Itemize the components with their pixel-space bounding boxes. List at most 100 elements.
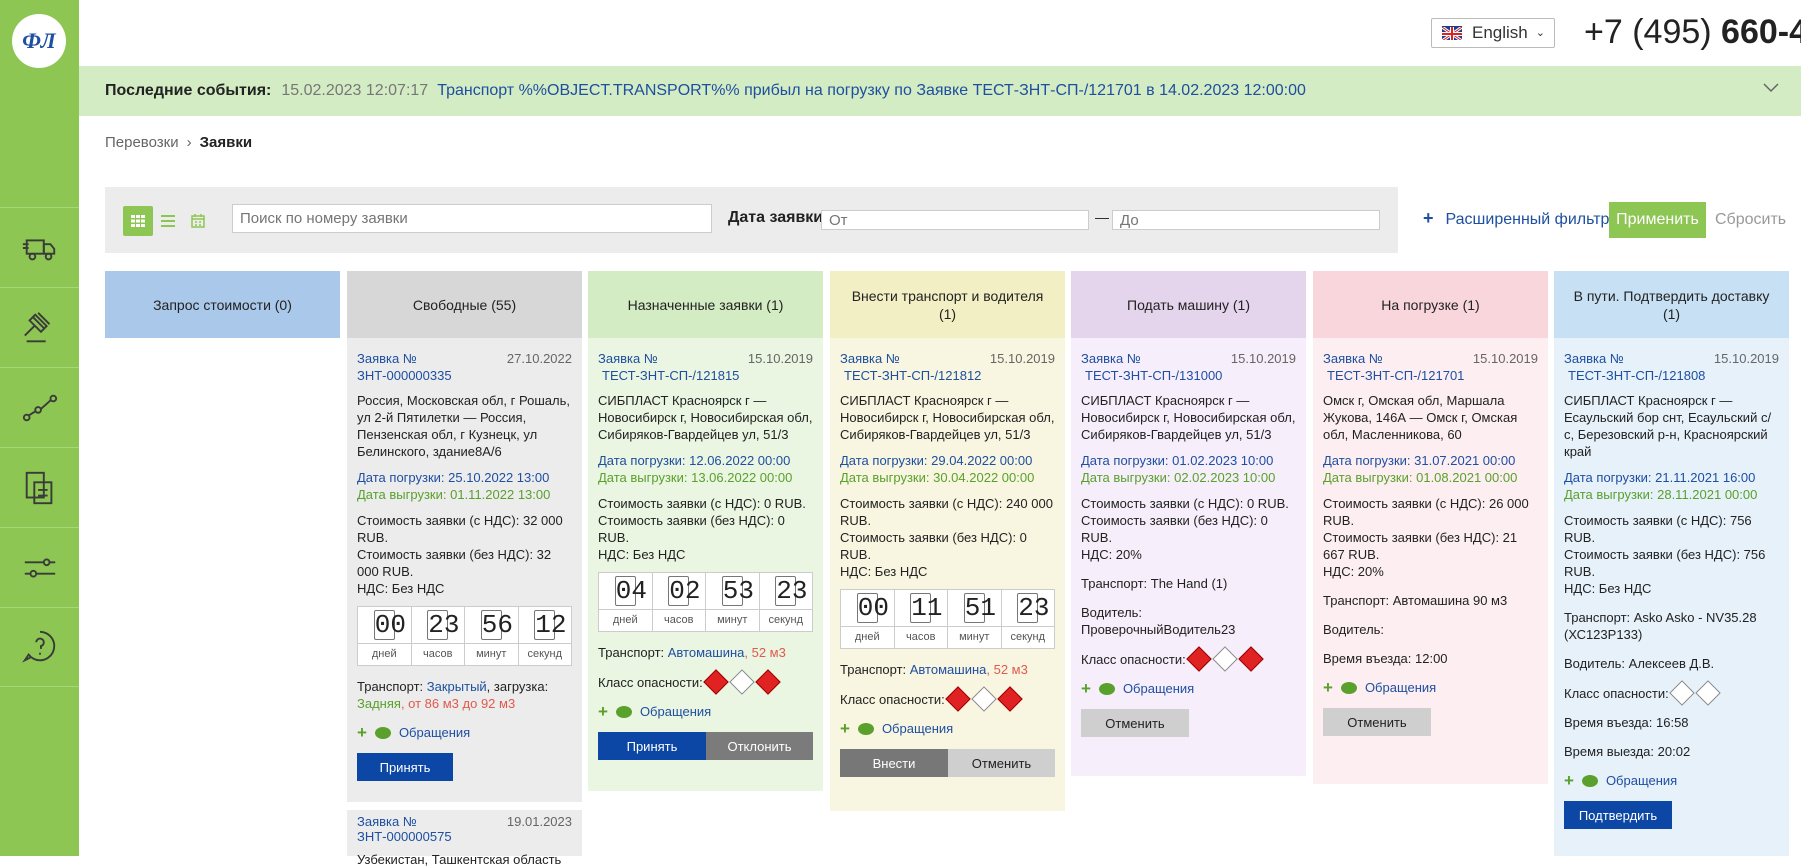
cost-without-vat: Стоимость заявки (без НДС): 21 667 RUB. [1323,530,1518,562]
cost-without-vat: Стоимость заявки (без НДС): 0 RUB. [1081,513,1268,545]
hazard-icon [729,669,755,695]
apply-button[interactable]: Применить [1609,202,1706,238]
hazard-class: Класс опасности: [1081,646,1296,672]
language-label: English [1472,23,1528,42]
events-bar: Последние события: 15.02.2023 12:07:17 Т… [79,66,1801,116]
column-in-transit: В пути. Подтвердить доставку (1) Заявка … [1554,271,1789,856]
appeals-link[interactable]: + Обращения [840,720,1055,737]
transport-link[interactable]: Автомашина [668,645,745,660]
accept-button[interactable]: Принять [357,753,453,781]
chevron-down-icon[interactable] [1763,80,1779,98]
cancel-button[interactable]: Отменить [1081,709,1189,737]
transport-info: Транспорт: Закрытый, загрузка: Задняя, от… [357,679,549,711]
exit-time: Время выезда: 20:02 [1564,744,1691,759]
language-select[interactable]: English ⌄ [1431,18,1555,48]
date-dash: — [1095,209,1109,225]
order-card: Заявка № 15.10.2019 ТЕСТ-ЗНТ-СП-/121812 С… [830,338,1065,787]
order-label: Заявка № [357,351,417,366]
order-num[interactable]: ЗНТ-000000335 [357,368,452,383]
transport-info: Транспорт: Автомашина, 52 м3 [840,662,1028,677]
decline-button[interactable]: Отклонить [706,732,813,760]
date-to-input[interactable] [1112,210,1380,230]
appeals-link[interactable]: + Обращения [357,724,572,741]
order-number[interactable]: Заявка № ЗНТ-000000575 [357,814,507,844]
column-loading: На погрузке (1) Заявка № 15.10.2019 ТЕСТ-… [1313,271,1548,784]
vat: НДС: Без НДС [840,564,928,579]
timer-minutes: 51 [963,593,996,623]
reset-button[interactable]: Сбросить [1715,211,1786,229]
transport-info: Транспорт: Автомашина, 52 м3 [598,645,786,660]
entry-time: Время въезда: 16:58 [1564,715,1689,730]
transport-link[interactable]: Автомашина [910,662,987,677]
uk-flag-icon [1442,26,1462,40]
countdown-timer: 00 дней 11 часов 51 минут 23 секунд [840,589,1055,649]
filter-toolbar: Дата заявки: — [105,187,1398,253]
auction-icon[interactable] [0,287,79,367]
column-assigned: Назначенные заявки (1) Заявка № 15.10.201… [588,271,823,791]
hazard-icon [703,669,729,695]
appeals-link[interactable]: + Обращения [598,703,813,720]
entry-time: Время въезда: 12:00 [1323,651,1448,666]
countdown-timer: 04 дней 02 часов 53 минут 23 секунд [598,572,813,632]
order-num[interactable]: ТЕСТ-ЗНТ-СП-/121812 [840,367,1055,384]
order-num[interactable]: ТЕСТ-ЗНТ-СП-/121815 [598,367,813,384]
hazard-class: Класс опасности: [840,686,1055,712]
order-num[interactable]: ТЕСТ-ЗНТ-СП-/131000 [1081,367,1296,384]
plus-icon[interactable]: + [357,724,367,741]
breadcrumb-root[interactable]: Перевозки [105,134,179,151]
chat-icon [615,705,632,718]
hazard-icon [1186,646,1212,672]
plus-icon[interactable]: + [1081,680,1091,697]
plus-icon[interactable]: + [1323,679,1333,696]
order-date: 15.10.2019 [1472,351,1538,366]
timer-minutes: 53 [721,576,754,606]
order-number[interactable]: Заявка № ЗНТ-000000335 [357,350,507,384]
driver-info: Водитель: [1323,622,1385,637]
documents-icon[interactable] [0,447,79,527]
vat: НДС: Без НДС [598,547,686,562]
date-label: Дата заявки: [728,209,829,226]
settings-icon[interactable] [0,527,79,607]
plus-icon[interactable]: + [598,703,608,720]
accept-button[interactable]: Принять [598,732,706,760]
order-date: 19.01.2023 [506,814,572,829]
truck-icon[interactable] [0,207,79,287]
advanced-filter-link[interactable]: + Расширенный фильтр [1423,208,1609,229]
logo[interactable]: ФЛ [12,14,66,68]
chat-icon [1340,681,1357,694]
search-input[interactable] [232,204,712,233]
cancel-button[interactable]: Отменить [948,749,1055,777]
order-num[interactable]: ТЕСТ-ЗНТ-СП-/121701 [1323,367,1538,384]
confirm-button[interactable]: Подтвердить [1564,801,1672,829]
phone-number: +7 (495) 660-41-51 [1584,13,1801,52]
appeals-link[interactable]: + Обращения [1564,772,1779,789]
transport-info: Транспорт: Asko Asko - NV35.28 (ХС123Р13… [1564,610,1757,642]
chevron-down-icon: ⌄ [1535,27,1545,39]
route-icon[interactable] [0,367,79,447]
order-label: Заявка № [1323,351,1383,366]
plus-icon[interactable]: + [840,720,850,737]
enter-button[interactable]: Внести [840,749,948,777]
cancel-button[interactable]: Отменить [1323,708,1431,736]
column-header: В пути. Подтвердить доставку (1) [1554,271,1789,338]
cost-without-vat: Стоимость заявки (без НДС): 0 RUB. [598,513,785,545]
grid-view-icon[interactable] [123,206,153,236]
order-num[interactable]: ТЕСТ-ЗНТ-СП-/121808 [1564,367,1779,384]
calendar-view-icon[interactable] [183,206,213,236]
events-message[interactable]: Транспорт %%OBJECT.TRANSPORT%% прибыл на… [437,82,1306,100]
help-icon[interactable] [0,607,79,687]
chat-icon [1098,682,1115,695]
appeals-link[interactable]: + Обращения [1081,680,1296,697]
date-from-input[interactable] [821,210,1089,230]
plus-icon[interactable]: + [1564,772,1574,789]
list-view-icon[interactable] [153,206,183,236]
transport-info: Транспорт: The Hand (1) [1081,576,1228,591]
cost-with-vat: Стоимость заявки (с НДС): 26 000 RUB. [1323,496,1529,528]
unload-date: Дата выгрузки: 30.04.2022 00:00 [840,470,1035,485]
order-date: 27.10.2022 [506,351,572,366]
appeals-link[interactable]: + Обращения [1323,679,1538,696]
load-date: Дата погрузки: 29.04.2022 00:00 [840,453,1033,468]
column-price-request: Запрос стоимости (0) [105,271,340,338]
timer-hours: 23 [427,610,460,640]
transport-link[interactable]: Закрытый [427,679,487,694]
